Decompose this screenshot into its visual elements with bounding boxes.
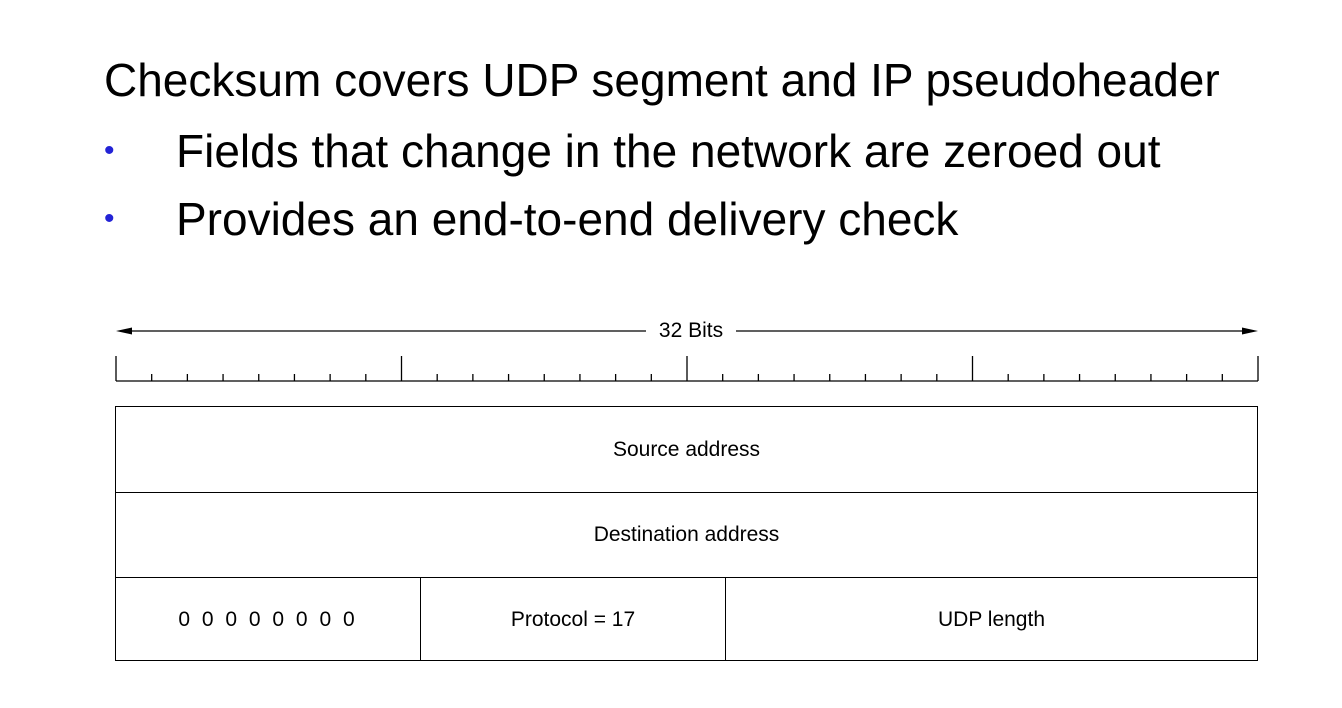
source-address-field: Source address	[612, 437, 761, 461]
zero-field: 0 0 0 0 0 0 0 0	[116, 578, 421, 661]
table-row: Source address	[116, 407, 1257, 493]
protocol-field: Protocol = 17	[421, 578, 726, 661]
table-row: Destination address	[116, 493, 1257, 578]
bit-ticks	[115, 356, 1259, 382]
table-row: 0 0 0 0 0 0 0 0 Protocol = 17 UDP length	[116, 578, 1257, 661]
width-label: 32 Bits	[646, 318, 736, 344]
arrow-left-head	[116, 327, 132, 335]
ip-pseudoheader-table: Source address Destination address 0 0 0…	[115, 406, 1258, 661]
destination-address-field: Destination address	[593, 523, 780, 546]
udp-length-field: UDP length	[937, 607, 1045, 631]
arrow-right-head	[1242, 327, 1258, 335]
